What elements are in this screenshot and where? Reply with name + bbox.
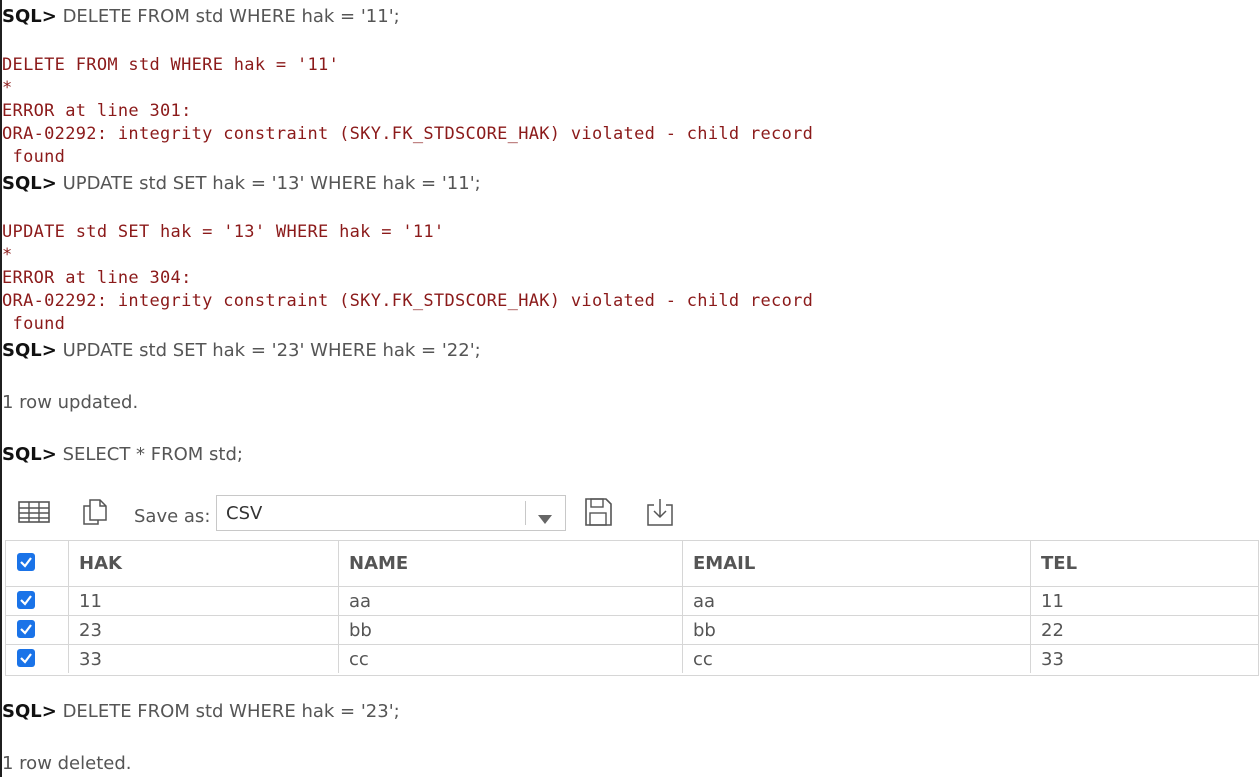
column-header-email[interactable]: EMAIL bbox=[682, 541, 1031, 586]
chevron-down-icon[interactable] bbox=[538, 509, 552, 528]
prompt-label: SQL> bbox=[2, 701, 57, 722]
table-cell: cc bbox=[682, 645, 1031, 673]
select-divider bbox=[525, 501, 526, 525]
result-toolbar: Save as: CSV bbox=[0, 490, 700, 536]
column-header-label: HAK bbox=[79, 553, 122, 574]
format-select[interactable]: CSV bbox=[216, 495, 566, 531]
download-icon[interactable] bbox=[645, 497, 675, 531]
row-select-cell bbox=[6, 616, 69, 644]
command-text: SELECT * FROM std; bbox=[62, 444, 243, 465]
error-marker: * bbox=[2, 78, 13, 98]
prompt-line: SQL> SELECT * FROM std; bbox=[2, 444, 243, 465]
row-checkbox[interactable] bbox=[17, 591, 35, 609]
prompt-line: SQL> UPDATE std SET hak = '13' WHERE hak… bbox=[2, 173, 481, 194]
cell-value: 11 bbox=[79, 591, 102, 612]
prompt-label: SQL> bbox=[2, 444, 57, 465]
save-as-label: Save as: bbox=[134, 506, 211, 527]
error-echo: DELETE FROM std WHERE hak = '11' bbox=[2, 55, 340, 75]
command-text: UPDATE std SET hak = '23' WHERE hak = '2… bbox=[62, 340, 481, 361]
table-row[interactable]: 11 aa aa 11 bbox=[6, 587, 1258, 616]
cell-value: 23 bbox=[79, 620, 102, 641]
column-header-hak[interactable]: HAK bbox=[68, 541, 339, 586]
cell-value: 11 bbox=[1041, 591, 1064, 612]
column-header-label: EMAIL bbox=[693, 553, 756, 574]
command-text: UPDATE std SET hak = '13' WHERE hak = '1… bbox=[62, 173, 481, 194]
prompt-label: SQL> bbox=[2, 6, 57, 27]
format-select-value: CSV bbox=[226, 503, 263, 524]
cell-value: bb bbox=[349, 620, 372, 641]
select-all-cell bbox=[6, 541, 69, 586]
error-line: ERROR at line 304: bbox=[2, 268, 192, 288]
table-cell: aa bbox=[682, 587, 1031, 615]
prompt-line: SQL> UPDATE std SET hak = '23' WHERE hak… bbox=[2, 340, 481, 361]
table-cell: 33 bbox=[1030, 645, 1258, 673]
grid-view-icon[interactable] bbox=[18, 500, 50, 528]
command-text: DELETE FROM std WHERE hak = '11'; bbox=[62, 6, 400, 27]
column-header-label: NAME bbox=[349, 553, 409, 574]
row-checkbox[interactable] bbox=[17, 649, 35, 667]
prompt-line: SQL> DELETE FROM std WHERE hak = '23'; bbox=[2, 701, 400, 722]
error-message: ORA-02292: integrity constraint (SKY.FK_… bbox=[2, 124, 814, 144]
table-cell: aa bbox=[338, 587, 683, 615]
column-header-tel[interactable]: TEL bbox=[1030, 541, 1258, 586]
table-cell: 33 bbox=[68, 645, 339, 673]
table-cell: 11 bbox=[68, 587, 339, 615]
result-message: 1 row updated. bbox=[2, 392, 139, 413]
table-row[interactable]: 23 bb bb 22 bbox=[6, 616, 1258, 645]
column-header-label: TEL bbox=[1041, 553, 1078, 574]
prompt-line: SQL> DELETE FROM std WHERE hak = '11'; bbox=[2, 6, 400, 27]
table-row[interactable]: 33 cc cc 33 bbox=[6, 645, 1258, 673]
row-select-cell bbox=[6, 645, 69, 673]
prompt-label: SQL> bbox=[2, 173, 57, 194]
prompt-label: SQL> bbox=[2, 340, 57, 361]
row-checkbox[interactable] bbox=[17, 620, 35, 638]
cell-value: 33 bbox=[1041, 649, 1064, 670]
table-cell: 23 bbox=[68, 616, 339, 644]
result-message: 1 row deleted. bbox=[2, 753, 132, 774]
row-select-cell bbox=[6, 587, 69, 615]
table-header-row: HAK NAME EMAIL TEL bbox=[6, 541, 1258, 587]
cell-value: aa bbox=[693, 591, 716, 612]
error-message-tail: found bbox=[2, 314, 66, 334]
error-message-tail: found bbox=[2, 147, 66, 167]
cell-value: cc bbox=[693, 649, 713, 670]
column-header-name[interactable]: NAME bbox=[338, 541, 683, 586]
error-marker: * bbox=[2, 245, 13, 265]
table-cell: 11 bbox=[1030, 587, 1258, 615]
results-table: HAK NAME EMAIL TEL 11 aa aa 11 23 bb bb … bbox=[5, 540, 1259, 676]
select-all-checkbox[interactable] bbox=[17, 553, 35, 571]
table-cell: bb bbox=[338, 616, 683, 644]
command-text: DELETE FROM std WHERE hak = '23'; bbox=[62, 701, 400, 722]
error-echo: UPDATE std SET hak = '13' WHERE hak = '1… bbox=[2, 222, 445, 242]
table-cell: bb bbox=[682, 616, 1031, 644]
cell-value: bb bbox=[693, 620, 716, 641]
copy-icon[interactable] bbox=[80, 497, 110, 531]
error-message: ORA-02292: integrity constraint (SKY.FK_… bbox=[2, 291, 814, 311]
table-cell: cc bbox=[338, 645, 683, 673]
table-cell: 22 bbox=[1030, 616, 1258, 644]
cell-value: 22 bbox=[1041, 620, 1064, 641]
cell-value: aa bbox=[349, 591, 372, 612]
save-icon[interactable] bbox=[584, 497, 612, 531]
cell-value: cc bbox=[349, 649, 369, 670]
error-line: ERROR at line 301: bbox=[2, 101, 192, 121]
cell-value: 33 bbox=[79, 649, 102, 670]
